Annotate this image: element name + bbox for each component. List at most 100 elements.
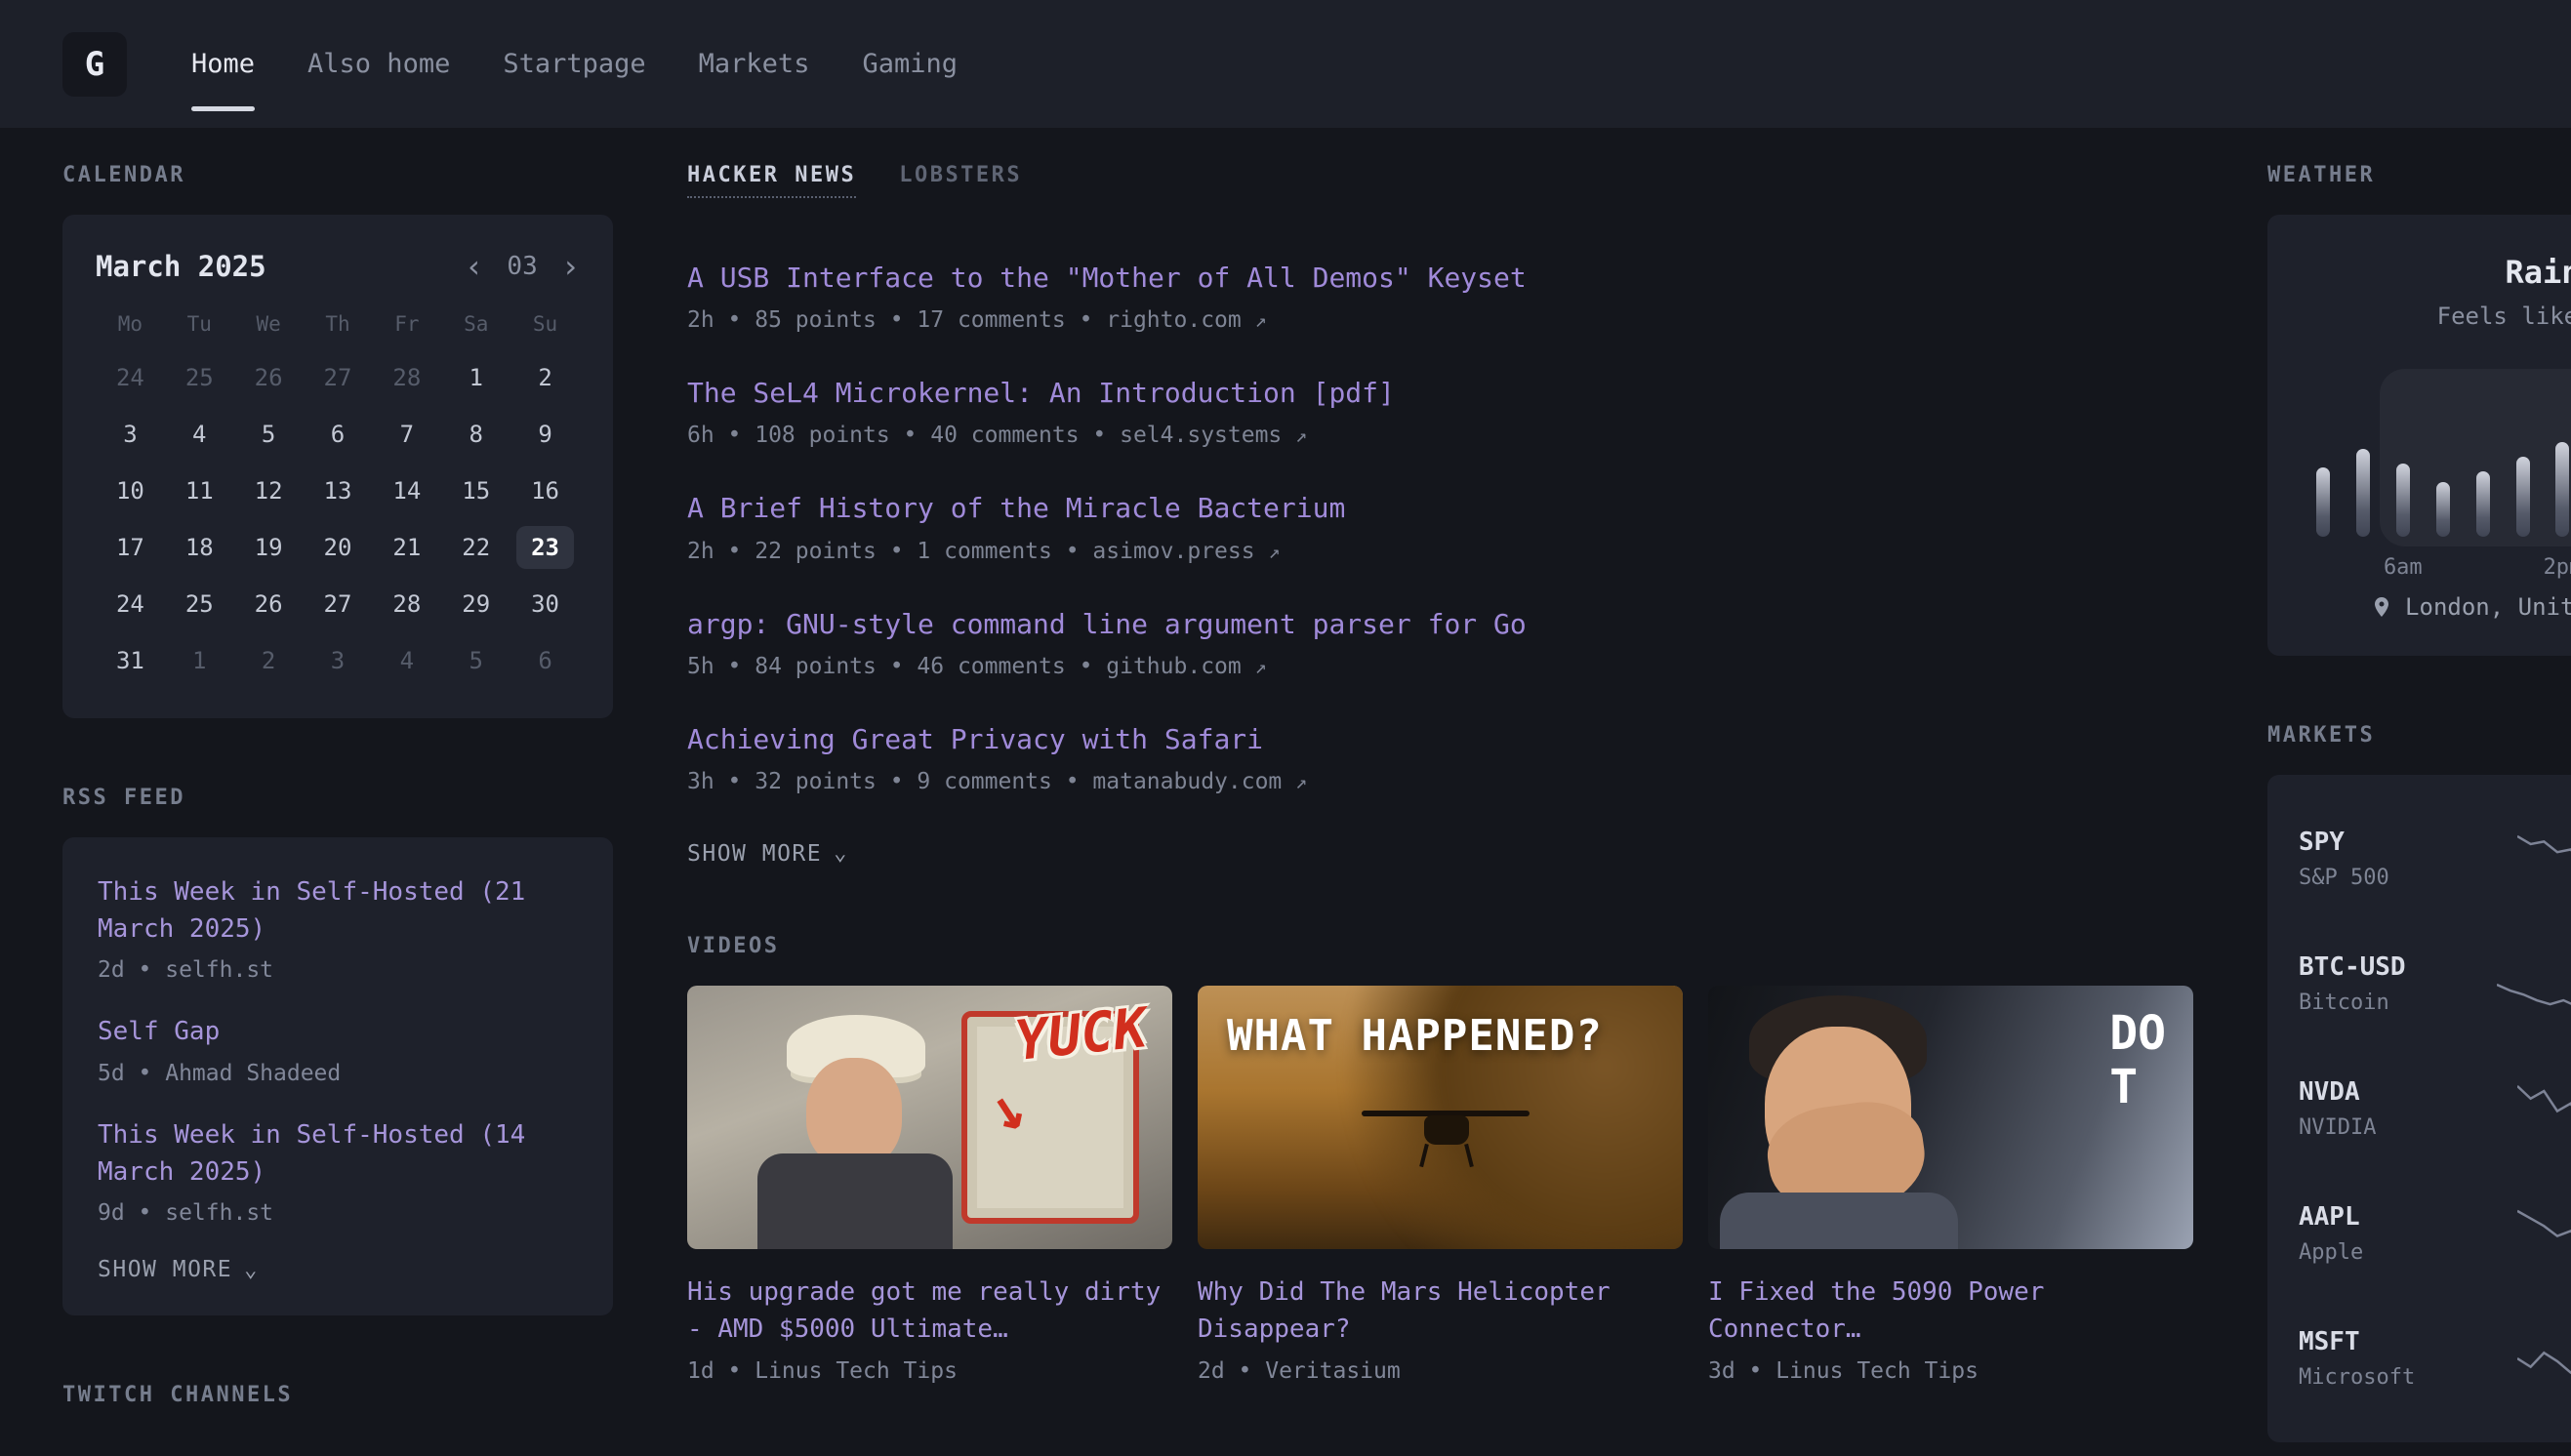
calendar-day: 10 (96, 463, 165, 519)
markets-card: SPYS&P 500-0.27%$563.98BTC-USDBitcoin+1.… (2267, 775, 2571, 1442)
calendar-day-number: 21 (392, 534, 421, 561)
market-info: NVDANVIDIA (2299, 1077, 2494, 1140)
calendar-next-button[interactable]: › (561, 251, 580, 282)
calendar-day-number: 7 (400, 421, 414, 448)
calendar-day-number: 25 (185, 590, 214, 618)
calendar-day-number: 28 (392, 364, 421, 391)
calendar-day: 25 (165, 349, 234, 406)
weather-bar (2316, 390, 2330, 537)
right-column: WEATHER Rain Feels like 11°C 6am2pm12°10… (2267, 163, 2571, 1442)
calendar-day-number: 29 (462, 590, 490, 618)
calendar-day: 29 (441, 576, 510, 632)
calendar-day: 5 (234, 406, 304, 463)
calendar-day: 17 (96, 519, 165, 576)
app-logo[interactable]: G (62, 32, 127, 97)
calendar-day-number: 11 (185, 477, 214, 505)
calendar-day: 24 (96, 576, 165, 632)
news-show-more-button[interactable]: SHOW MORE ⌄ (687, 841, 848, 867)
calendar-day-number: 3 (331, 647, 345, 674)
videos-header: VIDEOS (687, 934, 2193, 958)
market-row-nvda[interactable]: NVDANVIDIA-0.70%$117.70 (2299, 1046, 2571, 1171)
calendar-day-number: 20 (324, 534, 352, 561)
calendar-day-number: 17 (116, 534, 144, 561)
videos-widget: VIDEOS ↘YUCKHis upgrade got me really di… (687, 934, 2193, 1384)
calendar-day-number: 9 (538, 421, 551, 448)
news-item: The SeL4 Microkernel: An Introduction [p… (687, 374, 2193, 448)
news-source-link[interactable]: matanabudy.com ↗ (1092, 769, 1307, 794)
news-source-link[interactable]: sel4.systems ↗ (1120, 423, 1307, 448)
left-column: CALENDAR March 2025 ‹ 03 › MoTuWeThFrSaS… (62, 163, 613, 1442)
video-card[interactable]: DO TI Fixed the 5090 Power Connector…3d … (1708, 986, 2193, 1384)
rss-widget: RSS FEED This Week in Self-Hosted (21 Ma… (62, 786, 613, 1315)
news-item-meta: 2h • 22 points • 1 comments • asimov.pre… (687, 539, 2193, 564)
weather-widget: WEATHER Rain Feels like 11°C 6am2pm12°10… (2267, 163, 2571, 656)
calendar-prev-button[interactable]: ‹ (465, 251, 483, 282)
news-item-link[interactable]: A Brief History of the Miracle Bacterium (687, 489, 2193, 527)
news-item: A USB Interface to the "Mother of All De… (687, 259, 2193, 333)
video-card[interactable]: ↘YUCKHis upgrade got me really dirty - A… (687, 986, 1172, 1384)
calendar-day: 16 (510, 463, 580, 519)
market-row-spy[interactable]: SPYS&P 500-0.27%$563.98 (2299, 796, 2571, 921)
calendar-day: 20 (304, 519, 373, 576)
calendar-day: 4 (165, 406, 234, 463)
news-tab-lobsters[interactable]: LOBSTERS (899, 163, 1022, 198)
calendar-widget: CALENDAR March 2025 ‹ 03 › MoTuWeThFrSaS… (62, 163, 613, 718)
calendar-day: 1 (441, 349, 510, 406)
calendar-day: 3 (304, 632, 373, 689)
video-card[interactable]: WHAT HAPPENED?Why Did The Mars Helicopte… (1198, 986, 1683, 1384)
nav-tab-markets[interactable]: Markets (699, 0, 810, 128)
nav-tab-home[interactable]: Home (191, 0, 255, 128)
rss-item-link[interactable]: This Week in Self-Hosted (14 March 2025) (98, 1117, 578, 1191)
twitch-header: TWITCH CHANNELS (62, 1383, 613, 1407)
rss-header: RSS FEED (62, 786, 613, 810)
weather-bar (2436, 390, 2450, 537)
face-shape (806, 1058, 902, 1167)
calendar-day: 27 (304, 576, 373, 632)
calendar-day-number: 15 (462, 477, 490, 505)
show-more-label: SHOW MORE (98, 1257, 232, 1282)
market-row-aapl[interactable]: AAPLApple+1.95%$218.27 (2299, 1171, 2571, 1296)
rss-item: This Week in Self-Hosted (21 March 2025)… (98, 874, 578, 983)
rss-card: This Week in Self-Hosted (21 March 2025)… (62, 837, 613, 1315)
news-source-link[interactable]: github.com ↗ (1106, 654, 1266, 679)
news-item-link[interactable]: argp: GNU-style command line argument pa… (687, 605, 2193, 643)
market-symbol: NVDA (2299, 1077, 2494, 1107)
calendar-title-row: March 2025 ‹ 03 › (96, 250, 580, 283)
calendar-day: 15 (441, 463, 510, 519)
news-item-link[interactable]: Achieving Great Privacy with Safari (687, 720, 2193, 758)
calendar-day: 14 (372, 463, 441, 519)
weather-hourly-chart: 6am2pm12°10pm (2316, 390, 2571, 537)
calendar-day-number: 26 (255, 590, 283, 618)
calendar-day: 18 (165, 519, 234, 576)
shirt-shape (1720, 1193, 1958, 1249)
calendar-day-number: 8 (469, 421, 482, 448)
calendar-day: 31 (96, 632, 165, 689)
news-tab-hacker-news[interactable]: HACKER NEWS (687, 163, 856, 198)
nav-tab-also-home[interactable]: Also home (307, 0, 450, 128)
rss-show-more-button[interactable]: SHOW MORE ⌄ (98, 1257, 259, 1282)
rss-item: Self Gap5d • Ahmad Shadeed (98, 1014, 578, 1086)
rss-item-link[interactable]: This Week in Self-Hosted (21 March 2025) (98, 874, 578, 948)
nav-tab-gaming[interactable]: Gaming (862, 0, 958, 128)
weather-bar-fill (2316, 467, 2330, 537)
market-info: BTC-USDBitcoin (2299, 952, 2494, 1015)
news-item-link[interactable]: The SeL4 Microkernel: An Introduction [p… (687, 374, 2193, 412)
calendar-day-number: 2 (538, 364, 551, 391)
market-sparkline (2497, 958, 2571, 1009)
weather-bar (2356, 390, 2370, 537)
calendar-day: 2 (234, 632, 304, 689)
calendar-day: 6 (304, 406, 373, 463)
thumbnail-overlay-text: DO T (2109, 1007, 2166, 1114)
calendar-day-number: 1 (192, 647, 206, 674)
market-row-msft[interactable]: MSFTMicrosoft+1.14%$391.26 (2299, 1296, 2571, 1421)
calendar-day: 4 (372, 632, 441, 689)
video-thumbnail: WHAT HAPPENED? (1198, 986, 1683, 1249)
market-row-btc-usd[interactable]: BTC-USDBitcoin+1.39%$84,999.29 (2299, 921, 2571, 1046)
news-source-link[interactable]: asimov.press ↗ (1092, 539, 1280, 564)
news-source-link[interactable]: righto.com ↗ (1106, 307, 1266, 333)
calendar-day-number: 27 (324, 590, 352, 618)
weather-bar-fill (2555, 442, 2569, 538)
news-item-link[interactable]: A USB Interface to the "Mother of All De… (687, 259, 2193, 297)
nav-tab-startpage[interactable]: Startpage (503, 0, 645, 128)
rss-item-link[interactable]: Self Gap (98, 1014, 578, 1051)
